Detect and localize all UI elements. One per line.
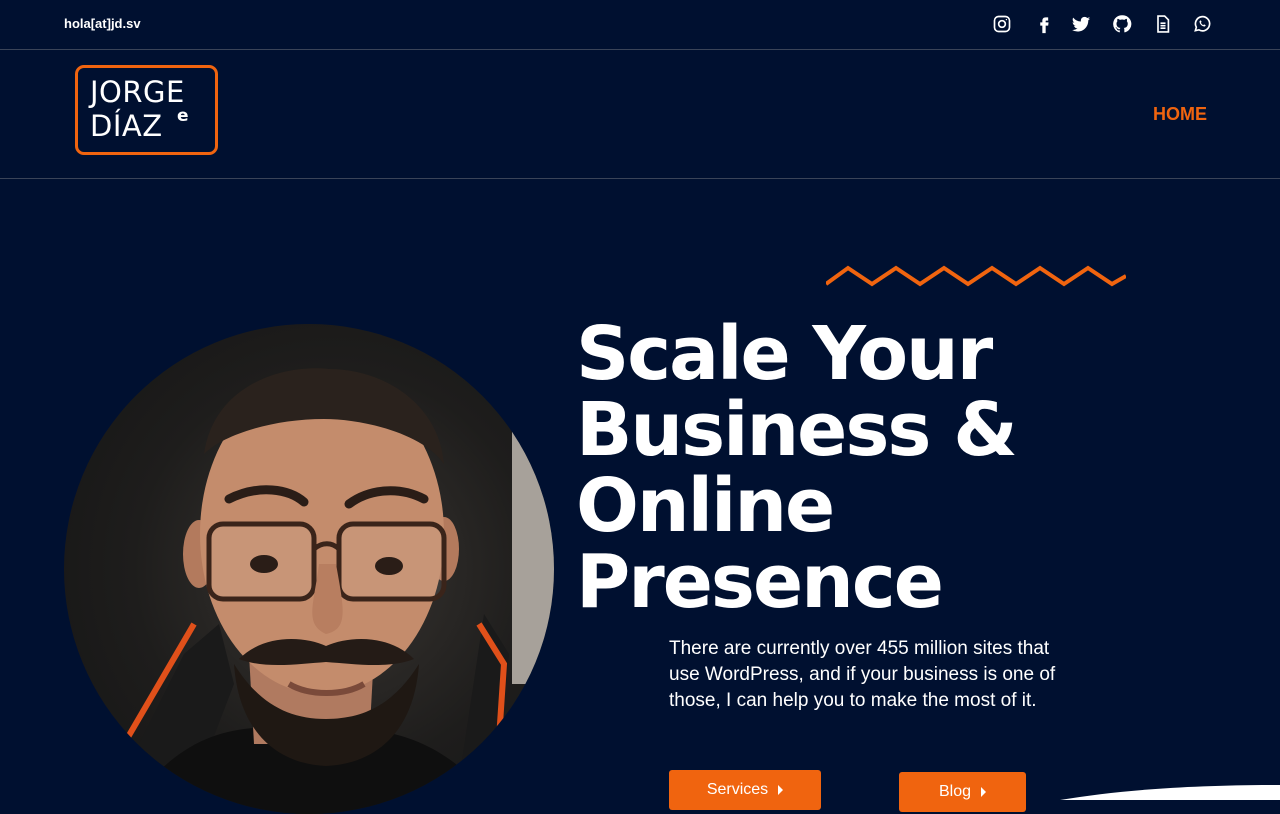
main-navbar: JORGE DÍAZ e HOME [0, 50, 1280, 179]
headline-line-4: Presence [576, 539, 944, 625]
hero-headline: Scale Your Business & Online Presence [576, 316, 1096, 620]
email-link[interactable]: hola[at]jd.sv [64, 16, 141, 31]
wave-decoration [1060, 785, 1280, 800]
document-icon[interactable] [1152, 13, 1174, 35]
blog-button[interactable]: Blog [899, 772, 1026, 812]
site-logo[interactable]: JORGE DÍAZ e [75, 65, 218, 155]
profile-photo [64, 324, 554, 814]
github-icon[interactable] [1111, 13, 1133, 35]
whatsapp-icon[interactable] [1191, 13, 1213, 35]
blog-button-label: Blog [938, 783, 972, 800]
facebook-icon[interactable] [1033, 13, 1055, 35]
hero-subtext: There are currently over 455 million sit… [669, 638, 1056, 711]
services-button-label: Services [706, 781, 769, 798]
caret-right-icon [981, 787, 987, 797]
twitter-icon[interactable] [1070, 13, 1092, 35]
headline-line-1: Scale Your [576, 311, 993, 397]
top-bar: hola[at]jd.sv [0, 0, 1280, 50]
zigzag-decoration [826, 265, 1126, 287]
caret-right-icon [778, 785, 784, 795]
headline-line-3: Online [576, 463, 835, 549]
logo-text-line2: DÍAZ [90, 109, 163, 143]
services-button[interactable]: Services [669, 770, 821, 810]
logo-text-line1: JORGE [90, 75, 185, 109]
instagram-icon[interactable] [991, 13, 1013, 35]
logo-superscript: e [177, 106, 189, 126]
headline-line-2: Business & [576, 387, 1018, 473]
nav-home-link[interactable]: HOME [1153, 104, 1207, 125]
